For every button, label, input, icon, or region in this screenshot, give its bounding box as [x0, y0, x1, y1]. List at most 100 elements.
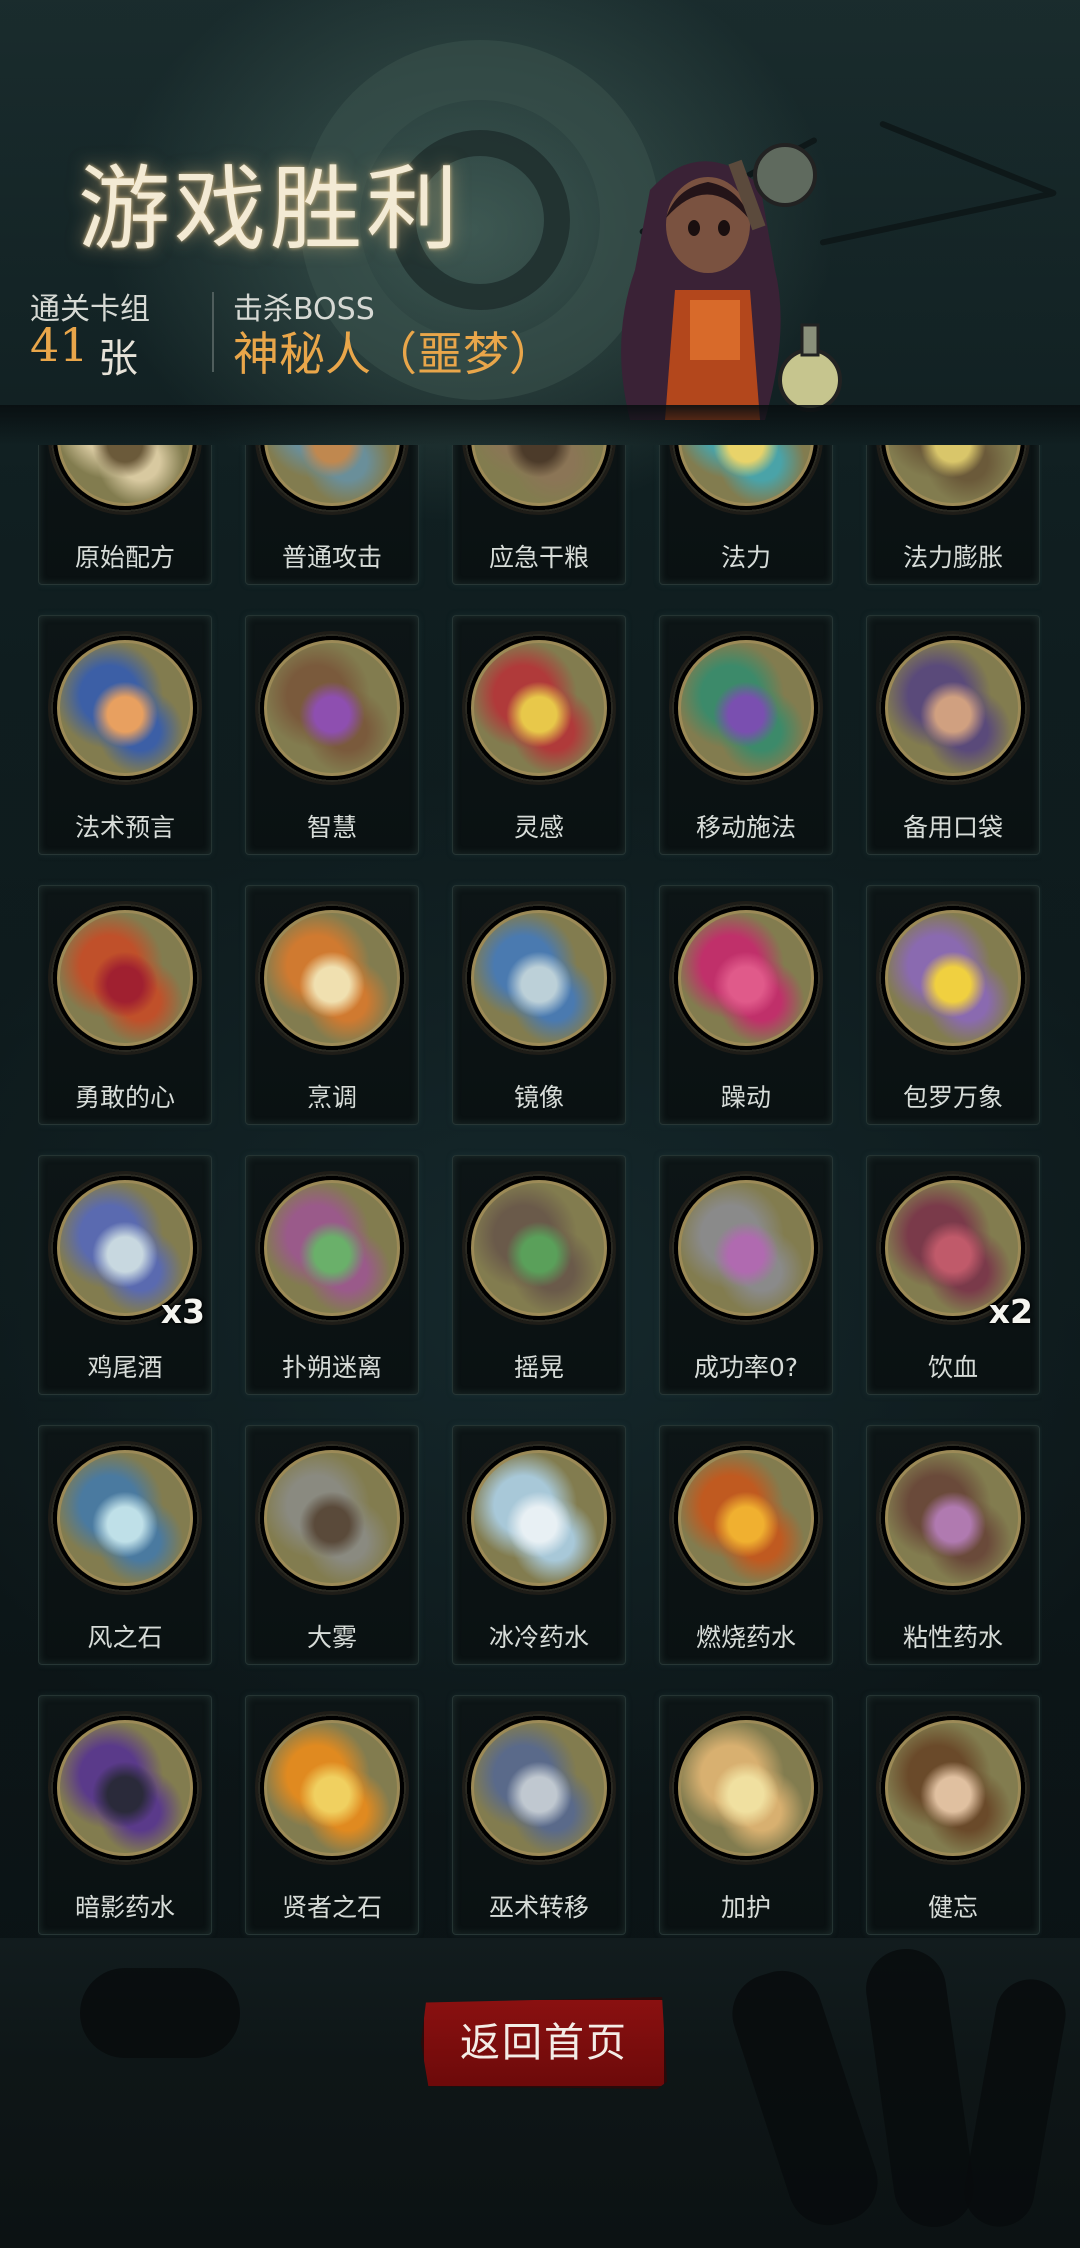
card-item[interactable]: 风之石	[38, 1425, 212, 1665]
shadow-decoration	[958, 1973, 1072, 2233]
card-name: 健忘	[927, 1893, 978, 1922]
card-medal	[465, 1444, 613, 1592]
card-item[interactable]: 普通攻击	[245, 445, 419, 585]
card-item[interactable]: 法力膨胀	[866, 445, 1040, 585]
card-medal	[672, 634, 820, 782]
card-deck-grid[interactable]: 原始配方 普通攻击 应急干粮 法力 法力膨胀法术预言 智慧 灵感 移动施法 备用口袋勇敢的心 烹调…	[38, 445, 1042, 1940]
card-multiplier-badge: x2	[988, 1292, 1033, 1331]
brain-skull-icon	[471, 640, 607, 776]
card-item[interactable]: 勇敢的心	[38, 885, 212, 1125]
crystal-ball-icon	[57, 640, 193, 776]
card-medal	[258, 1444, 406, 1592]
wizard-transfer-icon	[471, 1720, 607, 1856]
card-name: 冰冷药水	[488, 1623, 589, 1652]
card-item[interactable]: 贤者之石	[245, 1695, 419, 1935]
card-medal	[465, 904, 613, 1052]
card-item[interactable]: 扑朔迷离	[245, 1155, 419, 1395]
pouch-hand-icon	[885, 640, 1021, 776]
shield-bubble-icon	[678, 1720, 814, 1856]
card-medal	[51, 904, 199, 1052]
card-name: 备用口袋	[902, 813, 1003, 842]
witch-character-illustration	[621, 143, 842, 420]
card-name: 移动施法	[695, 813, 796, 842]
card-medal	[258, 904, 406, 1052]
card-item[interactable]: 包罗万象	[866, 885, 1040, 1125]
ice-potion-icon	[471, 1450, 607, 1586]
treasure-cauldron-icon	[885, 910, 1021, 1046]
card-item[interactable]: 摇晃	[452, 1155, 626, 1395]
recipe-scroll-icon	[57, 445, 193, 506]
cleared-deck-unit: 张	[98, 336, 138, 382]
footer-area	[0, 1938, 1080, 2248]
card-name: 贤者之石	[281, 1893, 382, 1922]
card-item[interactable]: 燃烧药水	[659, 1425, 833, 1665]
card-item[interactable]: 加护	[659, 1695, 833, 1935]
card-medal	[672, 904, 820, 1052]
card-medal	[258, 634, 406, 782]
card-name: 风之石	[87, 1623, 163, 1652]
card-item[interactable]: 灵感	[452, 615, 626, 855]
cleared-deck-count: 41	[30, 318, 89, 372]
card-item[interactable]: 成功率0?	[659, 1155, 833, 1395]
philosopher-stone-icon	[264, 1720, 400, 1856]
card-medal	[672, 1444, 820, 1592]
card-name: 扑朔迷离	[281, 1353, 382, 1382]
card-name: 原始配方	[74, 543, 175, 572]
card-medal	[879, 904, 1027, 1052]
card-item[interactable]: 巫术转移	[452, 1695, 626, 1935]
card-item[interactable]: 镜像	[452, 885, 626, 1125]
card-name: 大雾	[306, 1623, 357, 1652]
card-name: 燃烧药水	[695, 1623, 796, 1652]
card-item[interactable]: 智慧	[245, 615, 419, 855]
card-item[interactable]: 暗影药水	[38, 1695, 212, 1935]
card-name: 摇晃	[513, 1353, 564, 1382]
fox-cook-icon	[264, 910, 400, 1046]
card-medal	[879, 634, 1027, 782]
card-item[interactable]: 健忘	[866, 1695, 1040, 1935]
ration-box-icon	[471, 445, 607, 506]
card-item[interactable]: 备用口袋	[866, 615, 1040, 855]
mysterious-vortex-icon	[264, 1180, 400, 1316]
card-item[interactable]: 法术预言	[38, 615, 212, 855]
card-item[interactable]: 粘性药水	[866, 1425, 1040, 1665]
shadow-decoration	[722, 1960, 888, 2236]
card-medal	[51, 1444, 199, 1592]
card-item[interactable]: 冰冷药水	[452, 1425, 626, 1665]
card-name: 灵感	[513, 813, 564, 842]
return-home-button[interactable]: 返回首页	[421, 1997, 667, 2089]
fog-beast-icon	[264, 1450, 400, 1586]
card-medal	[258, 445, 406, 512]
card-item[interactable]: 应急干粮	[452, 445, 626, 585]
card-item[interactable]: x2 饮血	[866, 1155, 1040, 1395]
caged-creature-icon	[678, 1180, 814, 1316]
card-item[interactable]: x3 鸡尾酒	[38, 1155, 212, 1395]
card-name: 应急干粮	[488, 543, 589, 572]
shaking-potion-icon	[471, 1180, 607, 1316]
card-medal	[879, 445, 1027, 512]
card-name: 包罗万象	[902, 1083, 1003, 1112]
shadow-decoration	[80, 1968, 240, 2058]
victory-title: 游戏胜利	[78, 156, 463, 263]
card-medal	[51, 445, 199, 512]
shadow-skeleton-icon	[57, 1720, 193, 1856]
sticky-potion-icon	[885, 1450, 1021, 1586]
wind-stone-icon	[57, 1450, 193, 1586]
card-medal	[465, 1174, 613, 1322]
forgetful-captain-icon	[885, 1720, 1021, 1856]
card-item[interactable]: 躁动	[659, 885, 833, 1125]
fire-potion-icon	[678, 1450, 814, 1586]
card-item[interactable]: 大雾	[245, 1425, 419, 1665]
card-medal	[879, 1714, 1027, 1862]
card-name: 勇敢的心	[74, 1083, 175, 1112]
shadow-decoration	[860, 1943, 980, 2233]
card-item[interactable]: 原始配方	[38, 445, 212, 585]
card-medal	[672, 1174, 820, 1322]
card-item[interactable]: 烹调	[245, 885, 419, 1125]
card-item[interactable]: 法力	[659, 445, 833, 585]
card-name: 普通攻击	[281, 543, 382, 572]
card-name: 暗影药水	[74, 1893, 175, 1922]
card-medal	[465, 445, 613, 512]
card-item[interactable]: 移动施法	[659, 615, 833, 855]
brave-heart-icon	[57, 910, 193, 1046]
card-medal	[465, 1714, 613, 1862]
